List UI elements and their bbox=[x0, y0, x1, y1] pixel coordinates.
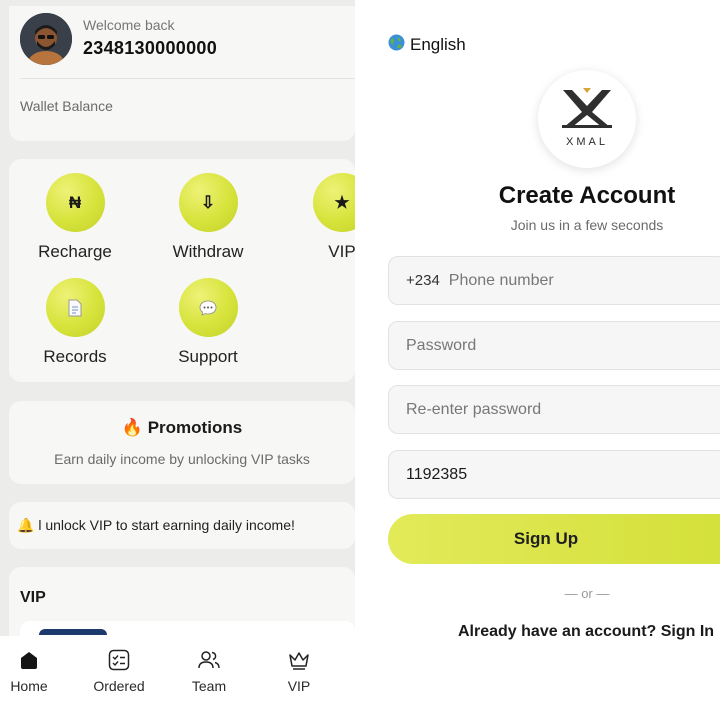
country-code[interactable]: +234 bbox=[406, 272, 440, 289]
checklist-icon bbox=[84, 648, 154, 672]
tab-home[interactable]: Home bbox=[0, 648, 64, 694]
star-icon: ★ bbox=[312, 173, 355, 232]
quick-actions-card: ₦ Recharge ⇩ Withdraw ★ VIP Records Supp… bbox=[9, 159, 355, 382]
fire-icon: 🔥 bbox=[121, 418, 143, 437]
notice-text-row: 🔔 l unlock VIP to start earning daily in… bbox=[17, 517, 295, 534]
tab-home-label: Home bbox=[10, 678, 48, 694]
page-title: Create Account bbox=[498, 182, 676, 209]
vip-level-badge bbox=[39, 629, 107, 635]
sign-in-link[interactable]: Already have an account? Sign In bbox=[458, 623, 714, 641]
bottom-tab-bar: Home Ordered Team VIP bbox=[0, 636, 355, 705]
download-arrow-icon: ⇩ bbox=[178, 173, 238, 232]
withdraw-button[interactable]: ⇩ Withdraw bbox=[148, 173, 268, 262]
password-field[interactable]: Password bbox=[388, 321, 720, 370]
sign-up-label: Sign Up bbox=[513, 529, 579, 548]
avatar[interactable] bbox=[20, 13, 72, 65]
invite-code-value: 1192385 bbox=[406, 465, 468, 483]
recharge-button[interactable]: ₦ Recharge bbox=[15, 173, 135, 262]
promotions-title-text: Promotions bbox=[147, 418, 243, 437]
confirm-password-field[interactable]: Re-enter password bbox=[388, 385, 720, 434]
crown-icon bbox=[264, 648, 334, 672]
support-button[interactable]: Support bbox=[148, 278, 268, 367]
phone-field[interactable]: +234 Phone number bbox=[388, 256, 720, 305]
wallet-balance-label: Wallet Balance bbox=[20, 98, 113, 114]
account-phone: 2348130000000 bbox=[83, 38, 218, 58]
signup-panel: English XMAL Create Account Join us in a… bbox=[366, 6, 720, 705]
vip-section-title: VIP bbox=[20, 589, 46, 606]
language-selector[interactable]: English bbox=[388, 34, 466, 56]
recharge-label: Recharge bbox=[38, 242, 112, 261]
tab-team-label: Team bbox=[191, 678, 227, 694]
promotions-card[interactable]: 🔥 Promotions Earn daily income by unlock… bbox=[9, 401, 355, 484]
welcome-text: Welcome back bbox=[83, 17, 175, 33]
tab-team[interactable]: Team bbox=[174, 648, 244, 694]
naira-icon: ₦ bbox=[45, 173, 105, 232]
vip-action-button[interactable]: ★ VIP bbox=[282, 173, 355, 262]
support-label: Support bbox=[178, 347, 238, 366]
promotions-subtitle: Earn daily income by unlocking VIP tasks bbox=[54, 451, 310, 467]
page-subtitle: Join us in a few seconds bbox=[510, 217, 664, 233]
tab-ordered[interactable]: Ordered bbox=[84, 648, 154, 694]
team-icon bbox=[174, 648, 244, 672]
dashboard-panel: Welcome back 2348130000000 Wallet Balanc… bbox=[0, 0, 355, 705]
invite-code-field[interactable]: 1192385 bbox=[388, 450, 720, 499]
document-icon bbox=[45, 278, 105, 337]
language-label: English bbox=[410, 35, 466, 54]
divider bbox=[20, 78, 355, 79]
account-header-card: Welcome back 2348130000000 Wallet Balanc… bbox=[9, 6, 355, 141]
withdraw-label: Withdraw bbox=[172, 242, 244, 261]
notice-text: l unlock VIP to start earning daily inco… bbox=[38, 517, 295, 533]
records-button[interactable]: Records bbox=[15, 278, 135, 367]
password-placeholder: Password bbox=[406, 336, 477, 354]
or-divider: — or — bbox=[564, 586, 610, 601]
globe-icon bbox=[388, 34, 405, 56]
tab-vip-label: VIP bbox=[287, 678, 311, 694]
confirm-password-placeholder: Re-enter password bbox=[406, 400, 542, 418]
chat-icon bbox=[178, 278, 238, 337]
vip-action-label: VIP bbox=[328, 242, 355, 261]
phone-placeholder: Phone number bbox=[448, 271, 554, 289]
promotions-title: 🔥 Promotions bbox=[9, 418, 355, 438]
bell-icon: 🔔 bbox=[17, 517, 35, 533]
tab-vip[interactable]: VIP bbox=[264, 648, 334, 694]
tab-ordered-label: Ordered bbox=[93, 678, 145, 694]
xmal-logo: XMAL bbox=[538, 70, 636, 168]
logo-text: XMAL bbox=[566, 136, 608, 148]
home-icon bbox=[0, 648, 64, 672]
notice-banner: 🔔 l unlock VIP to start earning daily in… bbox=[9, 502, 355, 549]
sign-up-button[interactable]: Sign Up bbox=[388, 514, 720, 564]
records-label: Records bbox=[43, 347, 107, 366]
